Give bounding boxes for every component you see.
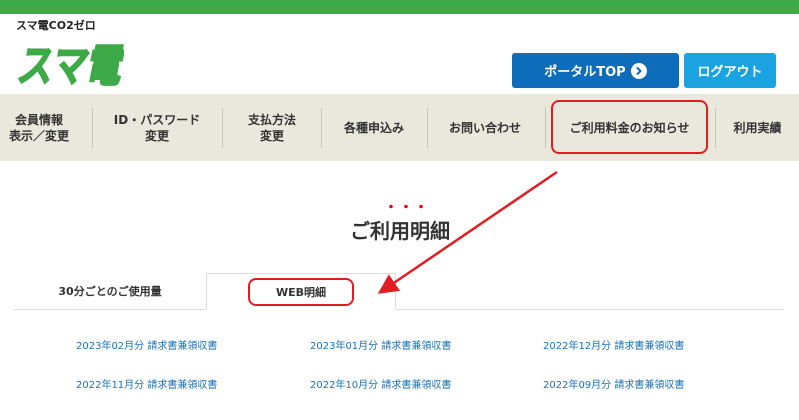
annotation-overlay <box>377 170 558 294</box>
annotation-arrow <box>377 170 558 294</box>
